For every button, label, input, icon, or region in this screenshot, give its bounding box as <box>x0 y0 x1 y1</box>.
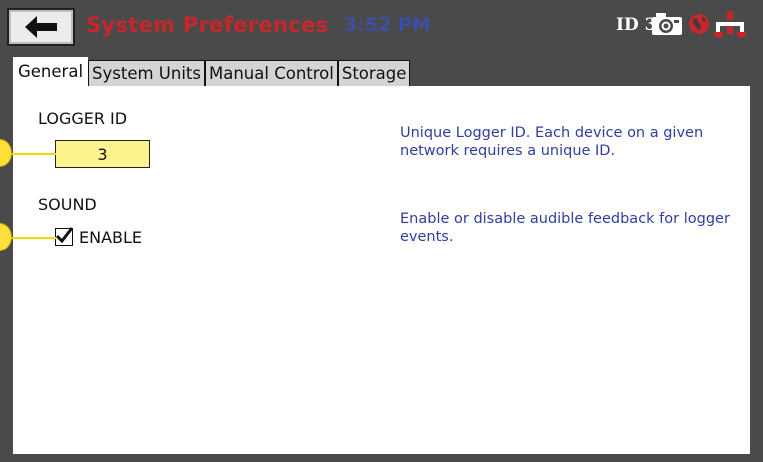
sound-heading: SOUND <box>38 195 97 214</box>
header-bar: System Preferences 3:52 PM ID 3 <box>0 0 763 56</box>
logger-id-heading: LOGGER ID <box>38 109 128 128</box>
clock: 3:52 PM <box>344 14 431 36</box>
camera-icon[interactable] <box>651 12 683 36</box>
globe-icon[interactable] <box>688 13 710 35</box>
tab-manual-control[interactable]: Manual Control <box>205 60 338 86</box>
sound-description: Enable or disable audible feedback for l… <box>400 211 730 245</box>
sound-enable-checkbox[interactable] <box>55 227 73 246</box>
sound-enable-label[interactable]: ENABLE <box>79 228 142 247</box>
logger-id-description: Unique Logger ID. Each device on a given… <box>400 125 704 159</box>
tab-bar: General System Units Manual Control Stor… <box>13 56 411 86</box>
page-title: System Preferences <box>86 13 329 37</box>
general-panel: LOGGER ID 3 Unique Logger ID. Each devic… <box>13 86 750 454</box>
back-arrow-icon <box>25 16 57 38</box>
network-icon[interactable] <box>714 10 746 38</box>
tab-storage[interactable]: Storage <box>337 60 411 86</box>
tab-system-units[interactable]: System Units <box>88 60 205 86</box>
callout-marker-logger-id <box>0 139 12 167</box>
callout-marker-sound <box>0 223 12 251</box>
screen: System Preferences 3:52 PM ID 3 General <box>0 0 763 462</box>
logger-id-input[interactable]: 3 <box>55 140 150 168</box>
tab-general[interactable]: General <box>13 57 89 86</box>
back-button[interactable] <box>7 8 75 46</box>
checkmark-icon <box>55 227 73 244</box>
